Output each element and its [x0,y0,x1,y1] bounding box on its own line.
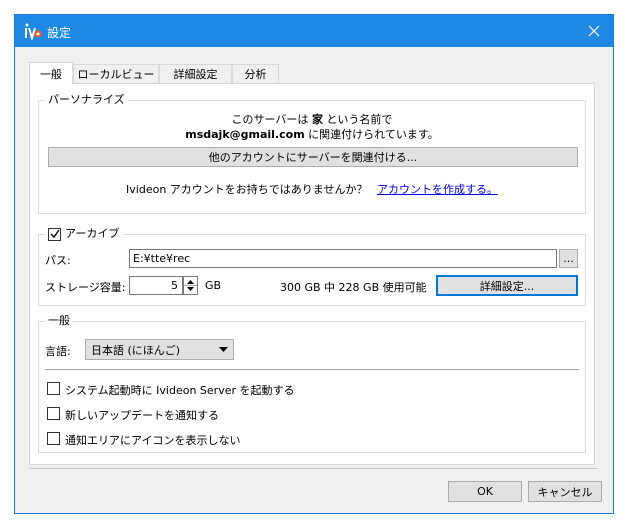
language-select[interactable]: 日本語 (にほんご) [85,339,234,360]
tab-label: 分析 [244,68,267,81]
autostart-label: システム起動時に Ivideon Server を起動する [65,384,295,397]
chevron-down-icon [219,347,228,352]
tab-analytics[interactable]: 分析 [232,64,279,83]
archive-legend-label: アーカイブ [65,227,120,240]
close-button[interactable] [575,15,613,47]
update-notify-checkbox[interactable] [47,407,60,420]
browse-button[interactable]: ... [559,249,578,268]
close-icon [588,25,600,37]
language-label: 言語: [45,345,71,358]
general-group: 一般 言語: 日本語 (にほんご) システム起動時に Ivideon Serve… [38,314,586,453]
general-legend: 一般 [45,314,73,328]
storage-spinner[interactable] [183,276,198,295]
hide-tray-icon-label: 通知エリアにアイコンを表示しない [65,434,241,447]
usage-text: 300 GB 中 228 GB 使用可能 [280,281,427,294]
update-notify-label: 新しいアップデートを通知する [65,409,219,422]
server-name-line: このサーバーは 家 という名前で [231,113,393,126]
cancel-button[interactable]: キャンセル [528,481,602,502]
archive-group: アーカイブ パス: E:¥tte¥rec ... ストレージ容量: 5 GB 3… [38,227,586,306]
account-email: msdajk@gmail.com [185,128,305,141]
tab-general[interactable]: 一般 [29,62,73,84]
footer-separator [29,468,597,469]
storage-unit-label: GB [205,279,222,292]
tab-label: 詳細設定 [173,68,218,81]
window-title: 設定 [47,26,72,40]
no-account-line: Ivideon アカウントをお持ちではありませんか？ アカウントを作成する。 [126,183,498,196]
create-account-link[interactable]: アカウントを作成する。 [377,183,498,196]
link-other-account-button[interactable]: 他のアカウントにサーバーを関連付ける... [48,147,578,167]
checkmark-icon [50,229,60,239]
tab-label: ローカルビュー [77,68,155,81]
archive-checkbox[interactable] [48,227,61,241]
tab-local-view[interactable]: ローカルビュー [73,64,159,83]
storage-capacity-label: ストレージ容量: [45,281,126,294]
storage-capacity-input[interactable]: 5 [129,276,183,295]
personalize-group: パーソナライズ このサーバーは 家 という名前で msdajk@gmail.co… [38,93,586,214]
general-separator [45,369,579,370]
personalize-legend: パーソナライズ [45,93,128,107]
autostart-checkbox[interactable] [47,382,60,395]
archive-legend: アーカイブ [45,227,123,241]
settings-window: 設定 一般 ローカルビュー 詳細設定 分析 パーソナライズ このサーバーは 家 … [14,14,614,514]
server-name: 家 [311,113,323,126]
tab-advanced[interactable]: 詳細設定 [159,64,232,83]
general-tab-panel: パーソナライズ このサーバーは 家 という名前で msdajk@gmail.co… [29,83,595,465]
title-bar[interactable]: 設定 [15,15,613,47]
spinner-arrows-icon [184,280,197,291]
ok-button[interactable]: OK [448,481,522,502]
archive-detail-button[interactable]: 詳細設定... [436,275,578,296]
ivideon-app-icon [25,23,42,40]
path-input[interactable]: E:¥tte¥rec [129,249,557,268]
account-email-line: msdajk@gmail.com に関連付けられています。 [185,128,439,141]
tab-label: 一般 [40,67,62,81]
path-label: パス: [45,254,71,267]
hide-tray-icon-checkbox[interactable] [47,432,60,445]
